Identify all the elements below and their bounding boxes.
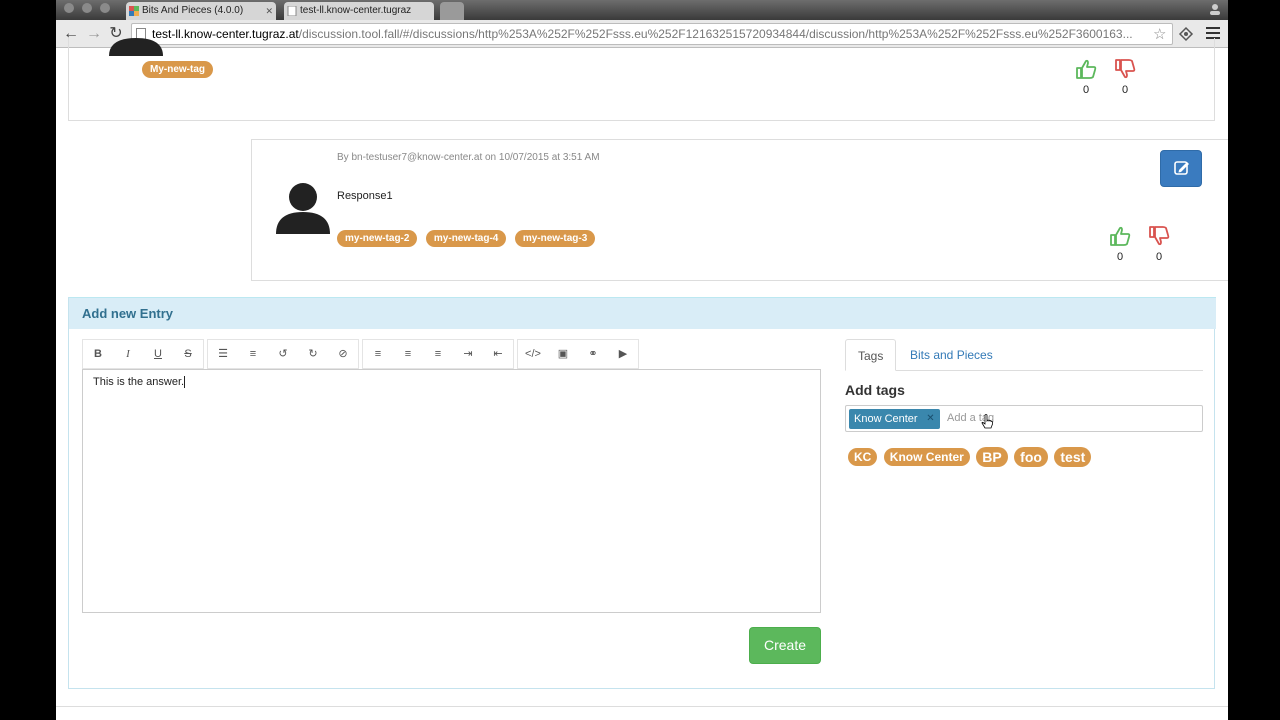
like-button[interactable]: 0 <box>1108 226 1132 263</box>
selected-tag-chip: Know Center ✕ <box>849 409 940 429</box>
numbered-list-icon[interactable]: ≡ <box>238 340 268 368</box>
align-right-icon[interactable]: ≡ <box>423 340 453 368</box>
browser-window: Bits And Pieces (4.0.0) ✕ test-ll.know-c… <box>56 0 1228 720</box>
italic-icon[interactable]: I <box>113 340 143 368</box>
tag-cloud-item[interactable]: BP <box>976 447 1008 467</box>
window-minimize-dot[interactable] <box>82 3 92 13</box>
list-history-group: ☰ ≡ ↺ ↻ ⊘ <box>207 339 359 369</box>
previous-entry-panel: My-new-tag 0 0 <box>68 38 1215 121</box>
dislike-button[interactable]: 0 <box>1113 59 1137 96</box>
user-avatar-icon <box>109 38 163 56</box>
window-close-dot[interactable] <box>64 3 74 13</box>
edit-icon <box>1174 161 1189 175</box>
hand-cursor-icon <box>981 414 993 429</box>
bullet-list-icon[interactable]: ☰ <box>208 340 238 368</box>
like-button[interactable]: 0 <box>1074 59 1098 96</box>
edit-entry-button[interactable] <box>1160 150 1202 187</box>
response-byline: By bn-testuser7@know-center.at on 10/07/… <box>337 152 600 163</box>
link-icon[interactable]: ⚭ <box>578 340 608 368</box>
add-entry-heading: Add new Entry <box>69 297 1216 329</box>
selected-tag-label: Know Center <box>854 413 918 425</box>
response-text: Response1 <box>337 190 393 202</box>
remove-tag-icon[interactable]: ✕ <box>926 409 934 429</box>
redo-icon[interactable]: ↻ <box>298 340 328 368</box>
tab-strip: Bits And Pieces (4.0.0) ✕ test-ll.know-c… <box>56 0 1228 20</box>
indent-icon[interactable]: ⇥ <box>453 340 483 368</box>
new-tab-button[interactable] <box>440 2 464 20</box>
bold-icon[interactable]: B <box>83 340 113 368</box>
entry-tag[interactable]: My-new-tag <box>142 61 213 78</box>
create-button[interactable]: Create <box>749 627 821 664</box>
browser-tab-bits-and-pieces[interactable]: Bits And Pieces (4.0.0) ✕ <box>126 2 276 20</box>
bits-and-pieces-favicon-icon <box>129 6 139 16</box>
outdent-icon[interactable]: ⇤ <box>483 340 513 368</box>
like-count: 0 <box>1082 84 1090 96</box>
underline-icon[interactable]: U <box>143 340 173 368</box>
page-divider <box>56 706 1228 707</box>
like-count: 0 <box>1116 251 1124 263</box>
editor-toolbar: B I U S ☰ ≡ ↺ ↻ ⊘ ≡ ≡ ≡ ⇥ ⇤ </> ▣ ⚭ ▶ <box>82 339 642 369</box>
add-tags-heading: Add tags <box>845 382 905 398</box>
thumbs-up-icon <box>1110 226 1131 246</box>
add-entry-panel: Add new Entry B I U S ☰ ≡ ↺ ↻ ⊘ ≡ ≡ ≡ ⇥ … <box>68 297 1216 689</box>
tab-tags[interactable]: Tags <box>845 339 897 371</box>
previous-entry-tags: My-new-tag <box>142 59 217 78</box>
tab-bits-and-pieces[interactable]: Bits and Pieces <box>898 339 1005 371</box>
tag-input-field[interactable]: Know Center ✕ Add a tag <box>845 405 1203 432</box>
tab-title: test-ll.know-center.tugraz <box>300 5 412 16</box>
strikethrough-icon[interactable]: S <box>173 340 203 368</box>
insert-group: </> ▣ ⚭ ▶ <box>517 339 639 369</box>
user-profile-icon[interactable] <box>1208 2 1222 16</box>
entry-tag[interactable]: my-new-tag-3 <box>514 230 596 247</box>
window-zoom-dot[interactable] <box>100 3 110 13</box>
image-icon[interactable]: ▣ <box>548 340 578 368</box>
entry-sidebar: Tags Bits and Pieces Add tags Know Cente… <box>845 339 1203 467</box>
tag-cloud: KC Know Center BP foo test <box>848 447 1093 467</box>
tag-cloud-item[interactable]: KC <box>848 448 878 466</box>
sidebar-tabs: Tags Bits and Pieces <box>845 339 1203 371</box>
editor-text: This is the answer. <box>93 376 185 388</box>
align-center-icon[interactable]: ≡ <box>393 340 423 368</box>
page-content: My-new-tag 0 0 By bn-testuser7@know-cent… <box>56 38 1228 720</box>
user-avatar-icon <box>276 183 330 234</box>
undo-icon[interactable]: ↺ <box>268 340 298 368</box>
video-icon[interactable]: ▶ <box>608 340 638 368</box>
thumbs-up-icon <box>1076 59 1097 79</box>
text-caret <box>184 376 186 389</box>
tab-close-icon[interactable]: ✕ <box>265 2 273 20</box>
response-entry-panel: By bn-testuser7@know-center.at on 10/07/… <box>251 139 1228 281</box>
tab-title: Bits And Pieces (4.0.0) <box>142 5 244 16</box>
dislike-button[interactable]: 0 <box>1147 226 1171 263</box>
text-style-group: B I U S <box>82 339 204 369</box>
align-left-icon[interactable]: ≡ <box>363 340 393 368</box>
entry-editor[interactable]: This is the answer. <box>82 369 821 613</box>
tag-cloud-item[interactable]: foo <box>1014 447 1048 467</box>
thumbs-down-icon <box>1115 59 1136 79</box>
tag-cloud-item[interactable]: Know Center <box>883 448 970 466</box>
page-favicon-icon <box>287 6 297 16</box>
dislike-count: 0 <box>1155 251 1163 263</box>
response-tags: my-new-tag-2 my-new-tag-4 my-new-tag-3 <box>337 228 599 247</box>
entry-tag[interactable]: my-new-tag-2 <box>337 230 418 247</box>
browser-tab-test-ll[interactable]: test-ll.know-center.tugraz <box>284 2 434 20</box>
thumbs-down-icon <box>1149 226 1170 246</box>
dislike-count: 0 <box>1121 84 1129 96</box>
html-code-icon[interactable]: </> <box>518 340 548 368</box>
entry-tag[interactable]: my-new-tag-4 <box>425 230 507 247</box>
clear-format-icon[interactable]: ⊘ <box>328 340 358 368</box>
tag-cloud-item[interactable]: test <box>1054 447 1092 467</box>
alignment-group: ≡ ≡ ≡ ⇥ ⇤ <box>362 339 514 369</box>
